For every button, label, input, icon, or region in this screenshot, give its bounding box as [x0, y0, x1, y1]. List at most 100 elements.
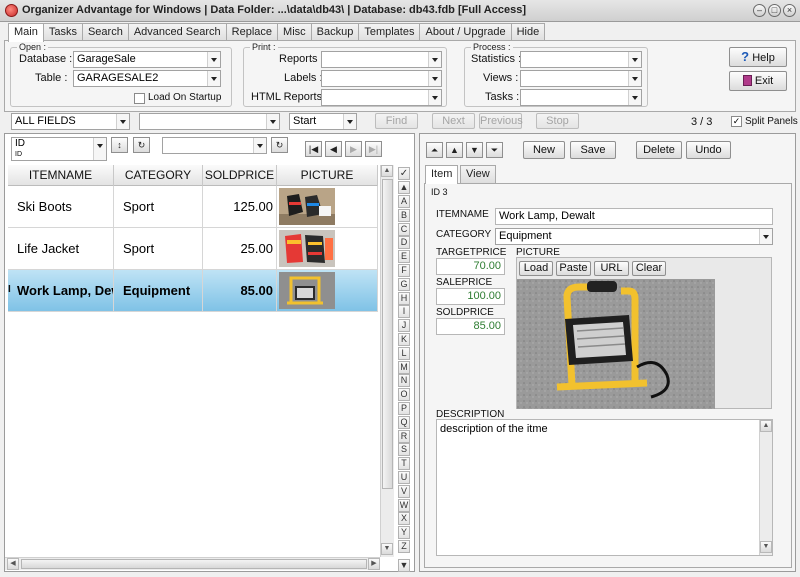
grid-horizontal-scrollbar[interactable]: ◀ ▶ — [5, 557, 380, 570]
sort-order-button[interactable]: ↕ — [111, 137, 128, 153]
help-button[interactable]: ? Help — [729, 47, 787, 67]
clear-picture-button[interactable]: Clear — [632, 261, 666, 276]
scroll-down-arrow-icon[interactable]: ▼ — [760, 541, 772, 553]
tab-replace[interactable]: Replace — [225, 23, 279, 41]
letter-filter-o[interactable]: O — [398, 388, 410, 402]
letter-filter-m[interactable]: M — [398, 360, 410, 374]
prev-record-button[interactable]: ◀ — [325, 141, 342, 157]
letter-filter-l[interactable]: L — [398, 346, 410, 360]
column-header-itemname[interactable]: ITEMNAME — [8, 165, 114, 186]
letter-filter-n[interactable]: N — [398, 374, 410, 388]
filter-select[interactable] — [162, 137, 267, 154]
letter-filter-r[interactable]: R — [398, 429, 410, 443]
tab-misc[interactable]: Misc — [277, 23, 312, 41]
move-top-button[interactable]: ⏶ — [426, 142, 443, 158]
scroll-thumb[interactable] — [382, 179, 393, 489]
tab-view[interactable]: View — [460, 165, 496, 183]
reports-select[interactable] — [321, 51, 442, 68]
html-reports-select[interactable] — [321, 89, 442, 106]
last-record-button[interactable]: ▶| — [365, 141, 382, 157]
stop-button[interactable]: Stop — [536, 113, 579, 129]
new-button[interactable]: New — [523, 141, 565, 159]
tab-about-upgrade[interactable]: About / Upgrade — [419, 23, 512, 41]
saleprice-field[interactable]: 100.00 — [436, 288, 505, 305]
itemname-field[interactable]: Work Lamp, Dewalt — [495, 208, 773, 225]
grid-vertical-scrollbar[interactable]: ▲ ▼ — [380, 165, 394, 557]
tab-main[interactable]: Main — [8, 23, 44, 42]
next-button[interactable]: Next — [432, 113, 475, 129]
database-select[interactable]: GarageSale — [73, 51, 221, 68]
move-down-button[interactable]: ▼ — [466, 142, 483, 158]
letter-filter-t[interactable]: T — [398, 457, 410, 471]
minimize-button[interactable]: – — [753, 4, 766, 17]
letter-filter-down-icon[interactable]: ▼ — [398, 559, 410, 572]
tab-hide[interactable]: Hide — [510, 23, 546, 41]
letter-filter-u[interactable]: U — [398, 471, 410, 484]
search-mode-select[interactable]: Start — [289, 113, 357, 130]
scroll-down-arrow-icon[interactable]: ▼ — [381, 543, 393, 555]
load-picture-button[interactable]: Load — [519, 261, 553, 276]
letter-filter-i[interactable]: I — [398, 305, 410, 319]
letter-filter-s[interactable]: S — [398, 443, 410, 457]
tab-search[interactable]: Search — [81, 23, 129, 41]
letter-filter-q[interactable]: Q — [398, 415, 410, 429]
table-row-selected[interactable]: Work Lamp, Dewalt Equipment 85.00 — [8, 270, 378, 312]
category-select[interactable]: Equipment — [495, 228, 773, 245]
letter-filter-g[interactable]: G — [398, 277, 410, 291]
letter-filter-f[interactable]: F — [398, 264, 410, 277]
delete-button[interactable]: Delete — [636, 141, 682, 159]
url-picture-button[interactable]: URL — [594, 261, 629, 276]
next-record-button[interactable]: ▶ — [345, 141, 362, 157]
load-on-startup-checkbox[interactable] — [134, 93, 145, 104]
table-row[interactable]: Ski Boots Sport 125.00 — [8, 186, 378, 228]
scroll-up-arrow-icon[interactable]: ▲ — [381, 165, 393, 177]
table-select[interactable]: GARAGESALE2 — [73, 70, 221, 87]
horizontal-scroll-thumb[interactable] — [21, 559, 367, 569]
statistics-select[interactable] — [520, 51, 642, 68]
letter-filter-y[interactable]: Y — [398, 526, 410, 540]
labels-select[interactable] — [321, 70, 442, 87]
paste-picture-button[interactable]: Paste — [556, 261, 591, 276]
letter-filter-v[interactable]: V — [398, 484, 410, 498]
scroll-right-arrow-icon[interactable]: ▶ — [368, 558, 380, 570]
letter-filter-x[interactable]: X — [398, 512, 410, 526]
tab-tasks[interactable]: Tasks — [42, 23, 83, 41]
letter-filter-j[interactable]: J — [398, 319, 410, 333]
maximize-button[interactable]: □ — [768, 4, 781, 17]
search-input[interactable] — [139, 113, 280, 130]
column-header-soldprice[interactable]: SOLDPRICE — [203, 165, 277, 186]
description-textarea[interactable]: description of the itme — [436, 419, 773, 556]
letter-filter-b[interactable]: B — [398, 208, 410, 222]
views-select[interactable] — [520, 70, 642, 87]
letter-filter-a[interactable]: A — [398, 195, 410, 208]
move-bottom-button[interactable]: ⏷ — [486, 142, 503, 158]
letter-filter-p[interactable]: P — [398, 402, 410, 415]
tab-advanced-search[interactable]: Advanced Search — [127, 23, 227, 41]
letter-filter-k[interactable]: K — [398, 333, 410, 346]
search-field-select[interactable]: ALL FIELDS — [11, 113, 130, 130]
tab-backup[interactable]: Backup — [310, 23, 360, 41]
scroll-left-arrow-icon[interactable]: ◀ — [7, 558, 19, 570]
exit-button[interactable]: Exit — [729, 71, 787, 91]
split-panels-checkbox[interactable]: ✓ — [731, 116, 742, 127]
refresh-sort-button[interactable]: ↻ — [133, 137, 150, 153]
tab-item[interactable]: Item — [425, 165, 459, 184]
tasks-select[interactable] — [520, 89, 642, 106]
close-button[interactable]: × — [783, 4, 796, 17]
move-up-button[interactable]: ▲ — [446, 142, 463, 158]
targetprice-field[interactable]: 70.00 — [436, 258, 505, 275]
undo-button[interactable]: Undo — [686, 141, 731, 159]
letter-filter-c[interactable]: C — [398, 222, 410, 236]
letter-filter-z[interactable]: Z — [398, 540, 410, 553]
letter-filter-w[interactable]: W — [398, 498, 410, 512]
letter-filter-e[interactable]: E — [398, 250, 410, 264]
sort-field-select[interactable]: ID ID — [11, 137, 107, 161]
letter-filter-up-icon[interactable]: ▲ — [398, 181, 410, 194]
description-scrollbar[interactable]: ▲ ▼ — [759, 420, 772, 555]
column-header-category[interactable]: CATEGORY — [114, 165, 203, 186]
first-record-button[interactable]: |◀ — [305, 141, 322, 157]
soldprice-field[interactable]: 85.00 — [436, 318, 505, 335]
refresh-filter-button[interactable]: ↻ — [271, 137, 288, 153]
letter-filter-d[interactable]: D — [398, 236, 410, 250]
save-button[interactable]: Save — [570, 141, 616, 159]
